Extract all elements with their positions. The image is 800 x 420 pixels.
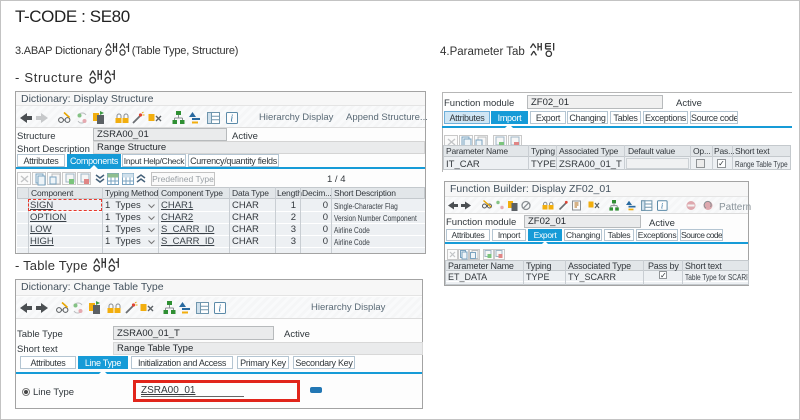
svg-text:i: i <box>230 114 233 125</box>
svg-text:i: i <box>218 304 221 315</box>
